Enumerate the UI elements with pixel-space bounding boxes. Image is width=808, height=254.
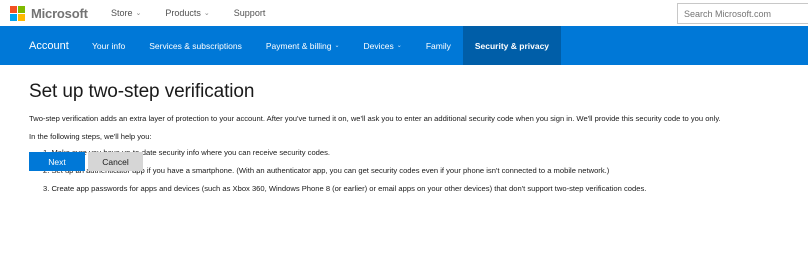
tab-your-info[interactable]: Your info xyxy=(80,26,137,65)
top-nav: Store ⌄ Products ⌄ Support xyxy=(111,8,289,18)
tab-security-privacy[interactable]: Security & privacy xyxy=(462,26,562,65)
tab-services-subscriptions[interactable]: Services & subscriptions xyxy=(137,26,254,65)
intro-text: Two-step verification adds an extra laye… xyxy=(29,114,721,123)
list-item: 3. Create app passwords for apps and dev… xyxy=(43,184,647,193)
account-title[interactable]: Account xyxy=(0,26,80,65)
nav-support[interactable]: Support xyxy=(234,8,266,18)
tab-your-info-label: Your info xyxy=(92,40,126,51)
page-title: Set up two-step verification xyxy=(29,81,255,102)
steps-intro: In the following steps, we'll help you: xyxy=(29,132,152,141)
chevron-down-icon: ⌄ xyxy=(203,10,210,17)
chevron-down-icon: ⌄ xyxy=(334,43,340,49)
chevron-down-icon: ⌄ xyxy=(396,43,402,49)
nav-store-label: Store xyxy=(111,8,133,18)
tab-devices[interactable]: Devices ⌄ xyxy=(352,26,414,65)
list-item: 2. Set up an authenticator app if you ha… xyxy=(43,166,610,175)
tab-family[interactable]: Family xyxy=(414,26,463,65)
chevron-down-icon: ⌄ xyxy=(135,10,142,17)
tab-payment-label: Payment & billing xyxy=(265,40,332,51)
steps-list: 1. Make sure you have up-to-date securit… xyxy=(43,148,808,194)
nav-support-label: Support xyxy=(233,8,266,18)
microsoft-logo-icon xyxy=(10,5,25,21)
search-input[interactable] xyxy=(677,3,808,24)
main-content: Set up two-step verification Two-step ve… xyxy=(0,65,808,202)
tab-family-label: Family xyxy=(425,40,451,51)
action-buttons: Next Cancel xyxy=(29,152,143,171)
top-bar: Microsoft Store ⌄ Products ⌄ Support xyxy=(0,0,808,26)
tab-payment-billing[interactable]: Payment & billing ⌄ xyxy=(254,26,352,65)
microsoft-logo[interactable]: Microsoft xyxy=(10,5,88,21)
nav-products-label: Products xyxy=(165,8,201,18)
nav-products[interactable]: Products ⌄ xyxy=(165,8,209,18)
cancel-button[interactable]: Cancel xyxy=(88,152,143,171)
tab-services-label: Services & subscriptions xyxy=(149,40,242,51)
account-nav-bar: Account Your info Services & subscriptio… xyxy=(0,26,808,65)
next-button[interactable]: Next xyxy=(29,152,85,171)
tab-security-label: Security & privacy xyxy=(474,40,550,51)
tab-devices-label: Devices xyxy=(363,40,394,51)
brand-name: Microsoft xyxy=(31,5,88,21)
nav-store[interactable]: Store ⌄ xyxy=(111,8,141,18)
list-item: 1. Make sure you have up-to-date securit… xyxy=(43,148,331,157)
